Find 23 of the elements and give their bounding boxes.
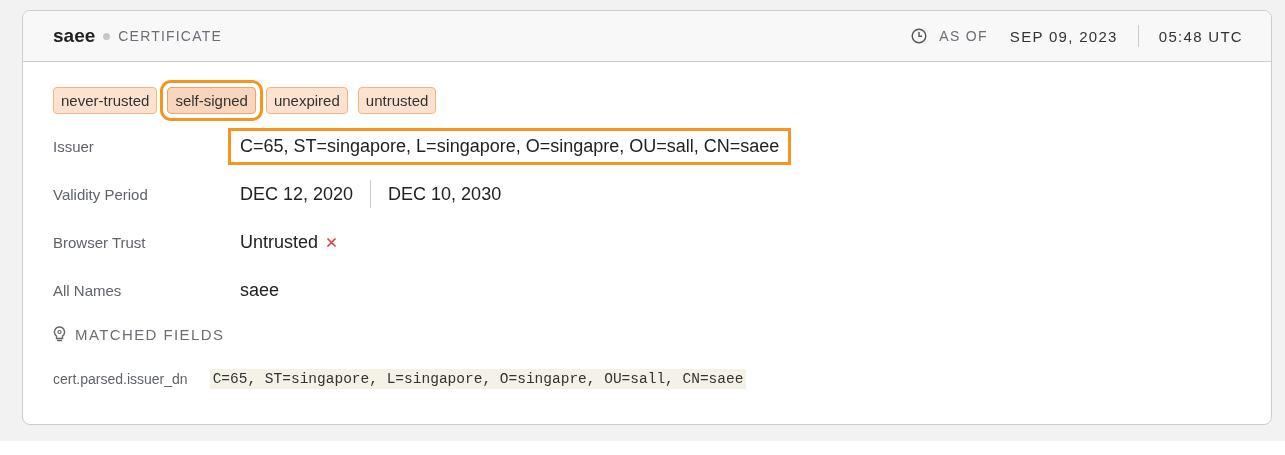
field-value: Untrusted	[240, 231, 319, 253]
snapshot-time: 05:48 UTC	[1158, 27, 1243, 45]
start-date: DEC 12, 2020	[240, 183, 354, 205]
lightbulb-icon	[53, 326, 66, 342]
tag: untrusted	[357, 86, 437, 114]
field-value: C=65, ST=singapore, L=singapore, O=singapre, OU=sall, CN=saee	[228, 127, 792, 165]
separator-dot	[103, 32, 111, 40]
certificate-type: CERTIFICATE	[118, 28, 222, 44]
tag: unexpired	[265, 86, 348, 114]
clock-icon	[911, 28, 928, 44]
section-title: MATCHED FIELDS	[75, 325, 225, 343]
field-label: Browser Trust	[53, 233, 147, 251]
field-value: saee	[240, 279, 280, 301]
matched-value: C=65, ST=singapore, L=singapore, O=singapre, OU=sall, CN=saee	[209, 369, 747, 389]
tag: never-trusted	[53, 86, 158, 114]
snapshot-date: SEP 09, 2023	[1009, 27, 1118, 45]
field-label: All Names	[53, 281, 123, 299]
field-label: Issuer	[53, 137, 95, 155]
as-of-label: AS OF	[939, 28, 988, 44]
field-path: cert.parsed.issuer_dn	[53, 371, 188, 387]
end-date: DEC 10, 2030	[388, 183, 502, 205]
certificate-name: saee	[53, 25, 96, 47]
field-label: Validity Period	[53, 185, 149, 203]
